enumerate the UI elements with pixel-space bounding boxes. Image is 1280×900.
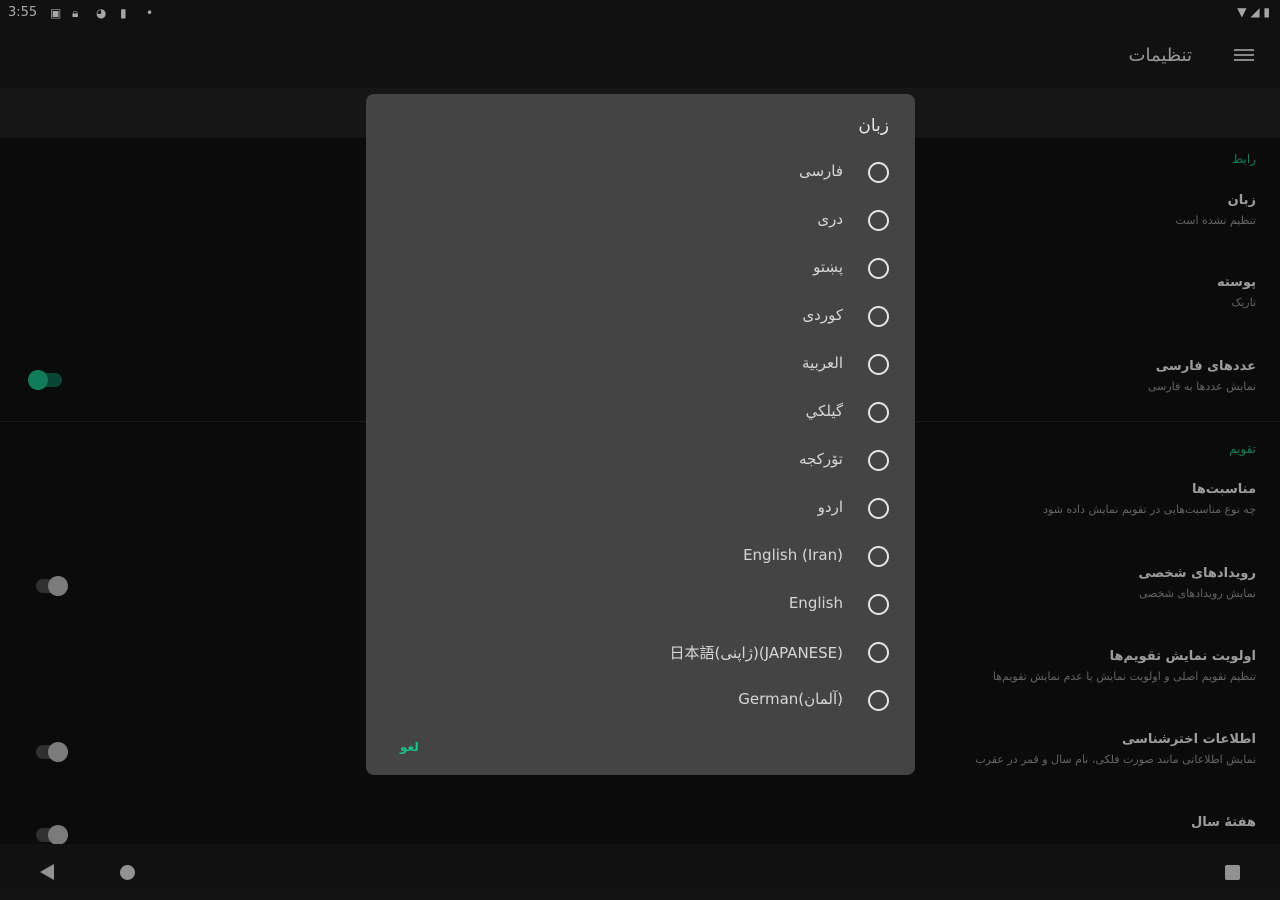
language-option-japanese[interactable]: 日本語(ژاپنی)(JAPANESE): [389, 638, 889, 666]
radio-button[interactable]: [868, 594, 889, 615]
option-label: العربية: [802, 354, 843, 372]
language-dialog: زبان فارسی دری پښتو کوردی العربية گیلکي …: [366, 94, 915, 775]
radio-button[interactable]: [868, 498, 889, 519]
option-label: English: [788, 594, 843, 612]
language-option-dari[interactable]: دری: [389, 206, 889, 234]
option-label: تۆرکجه: [798, 450, 843, 468]
radio-button[interactable]: [868, 354, 889, 375]
language-option-farsi[interactable]: فارسی: [389, 158, 889, 186]
radio-button[interactable]: [868, 402, 889, 423]
option-label: German(آلمان): [738, 690, 843, 708]
radio-button[interactable]: [868, 306, 889, 327]
radio-button[interactable]: [868, 258, 889, 279]
radio-button[interactable]: [868, 690, 889, 711]
radio-button[interactable]: [868, 210, 889, 231]
option-label: اردو: [817, 498, 843, 516]
language-option-english-iran[interactable]: English (Iran): [389, 542, 889, 570]
radio-button[interactable]: [868, 162, 889, 183]
radio-button[interactable]: [868, 546, 889, 567]
language-option-kurdish[interactable]: کوردی: [389, 302, 889, 330]
radio-button[interactable]: [868, 642, 889, 663]
option-label: دری: [817, 210, 843, 228]
language-option-pashto[interactable]: پښتو: [389, 254, 889, 282]
option-label: 日本語(ژاپنی)(JAPANESE): [669, 644, 843, 662]
dialog-title: زبان: [858, 116, 889, 136]
option-label: English (Iran): [743, 546, 843, 564]
language-option-arabic[interactable]: العربية: [389, 350, 889, 378]
cancel-button[interactable]: لغو: [400, 740, 419, 754]
language-option-gilaki[interactable]: گیلکي: [389, 398, 889, 426]
language-option-urdu[interactable]: اردو: [389, 494, 889, 522]
radio-button[interactable]: [868, 450, 889, 471]
option-label: کوردی: [802, 306, 843, 324]
language-option-english[interactable]: English: [389, 590, 889, 618]
option-label: گیلکي: [805, 402, 843, 420]
option-label: فارسی: [798, 162, 843, 180]
language-option-german[interactable]: German(آلمان): [389, 686, 889, 714]
option-label: پښتو: [813, 258, 843, 276]
language-option-azeri[interactable]: تۆرکجه: [389, 446, 889, 474]
